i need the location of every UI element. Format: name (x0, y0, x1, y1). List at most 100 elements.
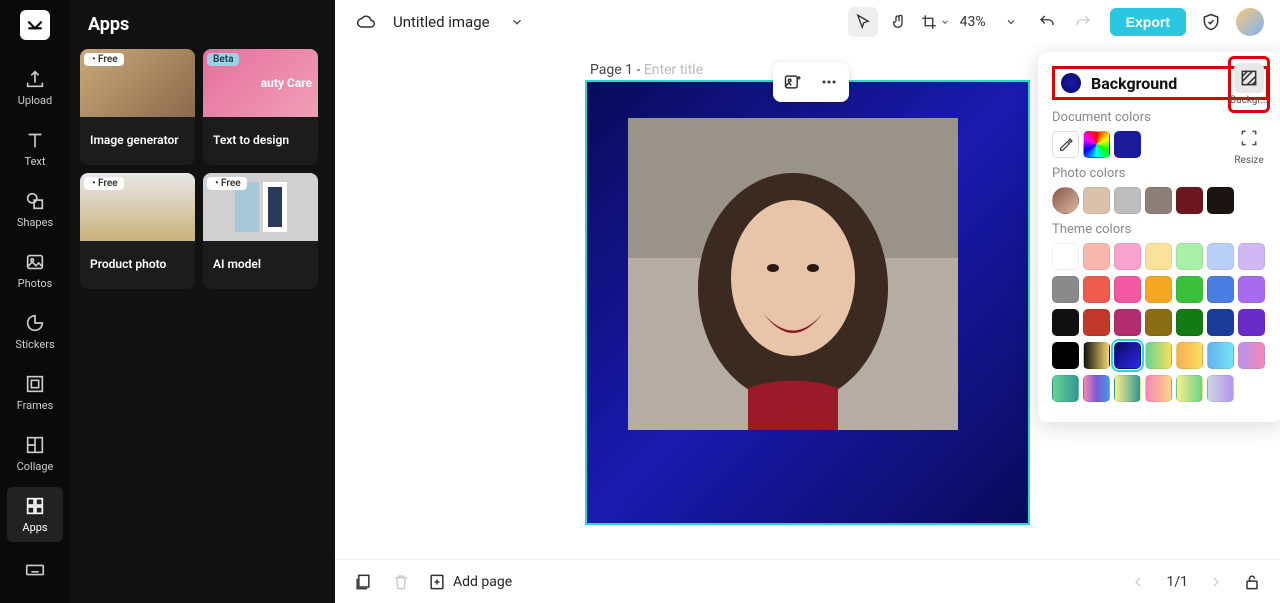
delete-page-button[interactable] (389, 570, 413, 594)
undo-icon (1038, 13, 1056, 31)
swatch-theme-color[interactable] (1145, 309, 1172, 336)
lock-button[interactable] (1240, 570, 1264, 594)
document-title-dropdown[interactable] (502, 7, 532, 37)
rail-item-shapes[interactable]: Shapes (7, 182, 63, 237)
side-tool-resize[interactable]: Resize (1228, 119, 1270, 170)
rail-label: Photos (18, 277, 53, 290)
tool-hand[interactable] (884, 7, 914, 37)
canvas-photo[interactable] (628, 118, 958, 430)
cloud-sync-button[interactable] (351, 7, 381, 37)
app-card-label: Image generator (80, 117, 195, 165)
swatch-theme-color[interactable] (1114, 243, 1141, 270)
swatch-theme-gradient[interactable] (1114, 375, 1141, 402)
side-panel: Apps ◔ Free Image generator Beta auty Ca… (70, 0, 335, 603)
left-rail: Upload Text Shapes Photos Stickers Frame… (0, 0, 70, 603)
add-page-button[interactable]: Add page (427, 572, 512, 592)
app-card-product-photo[interactable]: ◔ Free Product photo (80, 173, 195, 289)
swatch-theme-gradient[interactable] (1145, 342, 1172, 369)
swatch-theme-color[interactable] (1114, 309, 1141, 336)
redo-button[interactable] (1068, 7, 1098, 37)
rail-label: Collage (17, 460, 54, 473)
swatch-theme-color[interactable] (1052, 309, 1079, 336)
swatch-theme-color[interactable] (1207, 243, 1234, 270)
swatch-photo-color[interactable] (1114, 187, 1141, 214)
rail-item-apps[interactable]: Apps (7, 487, 63, 542)
swatch-theme-color[interactable] (1052, 243, 1079, 270)
next-page-button[interactable] (1204, 570, 1228, 594)
swatch-theme-color[interactable] (1083, 243, 1110, 270)
swatch-theme-color[interactable] (1083, 309, 1110, 336)
swatch-theme-gradient[interactable] (1052, 375, 1079, 402)
swatch-theme-color[interactable] (1207, 276, 1234, 303)
rail-item-text[interactable]: Text (7, 121, 63, 176)
rail-item-frames[interactable]: Frames (7, 365, 63, 420)
undo-button[interactable] (1032, 7, 1062, 37)
floating-element-actions (773, 62, 849, 102)
swatch-theme-color[interactable] (1238, 276, 1265, 303)
swatch-document-color[interactable] (1114, 131, 1141, 158)
rail-label: Apps (22, 521, 47, 534)
rail-item-stickers[interactable]: Stickers (7, 304, 63, 359)
document-title[interactable]: Untitled image (393, 13, 490, 31)
eyedropper-button[interactable] (1052, 131, 1079, 158)
rail-label: Text (25, 155, 46, 168)
swatch-theme-color[interactable] (1176, 243, 1203, 270)
stickers-icon (24, 312, 46, 334)
swatch-theme-color[interactable] (1052, 342, 1079, 369)
tool-crop-dropdown[interactable] (920, 7, 950, 37)
swatch-theme-gradient[interactable] (1176, 375, 1203, 402)
add-image-button[interactable] (777, 66, 809, 98)
app-card-label: AI model (203, 241, 318, 289)
zoom-dropdown[interactable] (996, 7, 1026, 37)
swatch-theme-color[interactable] (1114, 276, 1141, 303)
swatch-photo-color[interactable] (1083, 187, 1110, 214)
lock-icon (1242, 572, 1262, 592)
app-card-image-generator[interactable]: ◔ Free Image generator (80, 49, 195, 165)
swatch-theme-gradient[interactable] (1083, 342, 1110, 369)
shield-button[interactable] (1196, 7, 1226, 37)
keyboard-icon (24, 559, 46, 581)
swatch-theme-color[interactable] (1238, 309, 1265, 336)
swatch-theme-gradient[interactable] (1207, 342, 1234, 369)
chevron-down-icon (940, 17, 950, 27)
pages-list-button[interactable] (351, 570, 375, 594)
rail-item-keyboard[interactable] (7, 551, 63, 593)
swatch-theme-gradient[interactable] (1176, 342, 1203, 369)
swatch-theme-gradient[interactable] (1207, 375, 1234, 402)
swatch-theme-color[interactable] (1052, 276, 1079, 303)
swatch-theme-color[interactable] (1207, 309, 1234, 336)
swatch-theme-gradient[interactable] (1145, 375, 1172, 402)
swatch-photo-color[interactable] (1145, 187, 1172, 214)
swatch-photo-color[interactable] (1207, 187, 1234, 214)
color-picker-button[interactable] (1083, 131, 1110, 158)
rail-item-collage[interactable]: Collage (7, 426, 63, 481)
canvas-area[interactable]: Page 1 - Enter title (335, 44, 1280, 559)
swatch-theme-color[interactable] (1145, 276, 1172, 303)
rail-label: Frames (17, 399, 54, 412)
swatch-theme-color[interactable] (1176, 309, 1203, 336)
canvas-page[interactable] (585, 80, 1030, 525)
app-logo[interactable] (20, 10, 50, 40)
upload-icon (24, 68, 46, 90)
zoom-level[interactable]: 43% (956, 14, 990, 30)
rail-item-upload[interactable]: Upload (7, 60, 63, 115)
more-actions-button[interactable] (813, 66, 845, 98)
swatch-theme-gradient[interactable] (1238, 342, 1265, 369)
user-avatar[interactable] (1236, 8, 1264, 36)
swatch-theme-gradient[interactable] (1083, 375, 1110, 402)
swatch-photo-color[interactable] (1176, 187, 1203, 214)
app-card-ai-model[interactable]: ◔ Free AI model (203, 173, 318, 289)
swatch-photo-thumb[interactable] (1052, 187, 1079, 214)
swatch-theme-color[interactable] (1083, 276, 1110, 303)
page-title-input[interactable]: Enter title (644, 62, 703, 78)
app-card-text-to-design[interactable]: Beta auty Care Text to design (203, 49, 318, 165)
tool-select[interactable] (848, 7, 878, 37)
export-button[interactable]: Export (1110, 8, 1186, 36)
rail-item-photos[interactable]: Photos (7, 243, 63, 298)
swatch-theme-gradient[interactable] (1114, 342, 1141, 369)
prev-page-button[interactable] (1126, 570, 1150, 594)
swatch-theme-color[interactable] (1145, 243, 1172, 270)
swatch-theme-color[interactable] (1238, 243, 1265, 270)
side-tool-background[interactable]: Backgr... (1228, 56, 1270, 113)
swatch-theme-color[interactable] (1176, 276, 1203, 303)
